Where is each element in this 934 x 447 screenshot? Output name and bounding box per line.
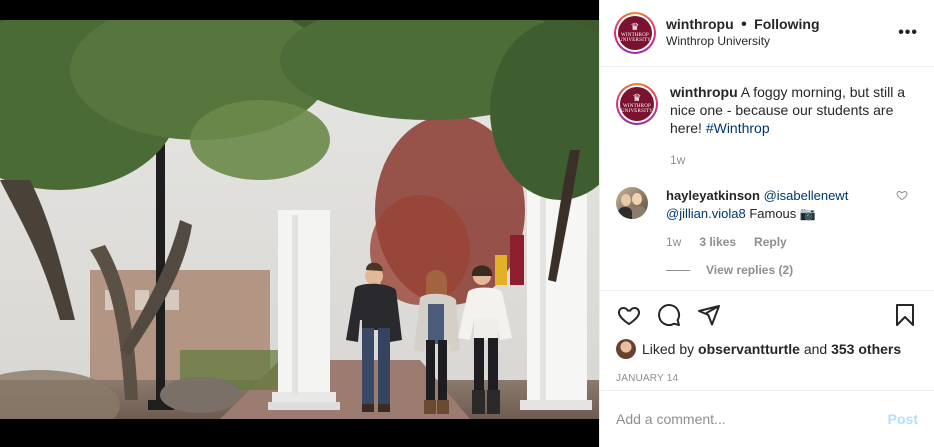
comment-mention[interactable]: @isabellenewt [764, 188, 849, 203]
header-username[interactable]: winthropu [666, 16, 734, 32]
post-date[interactable]: JANUARY 14 [616, 373, 918, 384]
action-icons [616, 291, 918, 339]
comment-body: hayleyatkinson @isabellenewt @jillian.vi… [666, 187, 886, 223]
header-text: winthropu • Following Winthrop Universit… [666, 16, 820, 50]
location-link[interactable]: Winthrop University [666, 33, 820, 50]
post-photo-illustration [0, 20, 599, 419]
comment-item: hayleyatkinson @isabellenewt @jillian.vi… [616, 187, 918, 223]
caption-hashtag[interactable]: #Winthrop [706, 120, 770, 136]
share-icon [698, 305, 720, 326]
like-button[interactable] [616, 302, 642, 328]
liked-by-prefix: Liked by [642, 341, 695, 357]
reply-button[interactable]: Reply [754, 235, 787, 249]
save-button[interactable] [892, 302, 918, 328]
caption: ♛ WINTHROP UNIVERSITY winthropu A foggy … [616, 83, 918, 169]
view-replies-label: View replies (2) [706, 263, 794, 277]
caption-username[interactable]: winthropu [670, 84, 738, 100]
liked-by: Liked by observantturtle and 353 others [616, 339, 918, 359]
caption-time[interactable]: 1w [670, 151, 910, 169]
comment-text: Famous [749, 206, 797, 221]
comment-icon [658, 304, 681, 327]
post-side-panel: ♛ WINTHROP UNIVERSITY winthropu • Follow… [599, 0, 934, 447]
caption-body: winthropu A foggy morning, but still a n… [670, 83, 910, 169]
logo-subtext: UNIVERSITY [621, 109, 653, 114]
winthrop-logo: ♛ WINTHROP UNIVERSITY [618, 16, 652, 50]
comment-button[interactable] [656, 302, 682, 328]
actions-bar: Liked by observantturtle and 353 others … [600, 290, 934, 390]
bookmark-icon [896, 304, 914, 326]
liker-avatar[interactable] [616, 339, 636, 359]
eagle-icon: ♛ [632, 93, 642, 104]
comment-like-heart-icon[interactable] [896, 189, 908, 201]
eagle-icon: ♛ [630, 22, 640, 33]
camera-emoji-icon: 📷 [799, 206, 817, 221]
replies-divider [666, 269, 690, 271]
comment-time[interactable]: 1w [666, 235, 681, 249]
separator-dot: • [741, 16, 747, 33]
post-header: ♛ WINTHROP UNIVERSITY winthropu • Follow… [600, 0, 934, 67]
more-options-icon[interactable]: ••• [898, 24, 918, 42]
heart-icon [618, 306, 640, 326]
comment-input[interactable] [616, 411, 888, 427]
winthrop-logo: ♛ WINTHROP UNIVERSITY [620, 87, 654, 121]
photo-area [0, 0, 599, 447]
profile-avatar[interactable]: ♛ WINTHROP UNIVERSITY [614, 12, 656, 54]
liker-username[interactable]: observantturtle [698, 341, 800, 357]
share-button[interactable] [696, 302, 722, 328]
following-button[interactable]: Following [754, 16, 819, 32]
comment-mention[interactable]: @jillian.viola8 [666, 206, 746, 221]
comment-username[interactable]: hayleyatkinson [666, 188, 760, 203]
liked-by-and: and [803, 341, 828, 357]
comment-meta: 1w 3 likes Reply [666, 235, 918, 249]
caption-avatar[interactable]: ♛ WINTHROP UNIVERSITY [616, 83, 658, 125]
others-count[interactable]: 353 others [831, 341, 901, 357]
commenter-avatar[interactable] [616, 187, 648, 219]
logo-subtext: UNIVERSITY [619, 38, 651, 43]
comment-likes[interactable]: 3 likes [699, 235, 736, 249]
post-image[interactable] [0, 20, 599, 419]
view-replies-button[interactable]: View replies (2) [666, 263, 918, 277]
add-comment-bar: Post [600, 390, 934, 447]
comments-section[interactable]: ♛ WINTHROP UNIVERSITY winthropu A foggy … [600, 67, 934, 290]
post-comment-button[interactable]: Post [888, 411, 918, 427]
